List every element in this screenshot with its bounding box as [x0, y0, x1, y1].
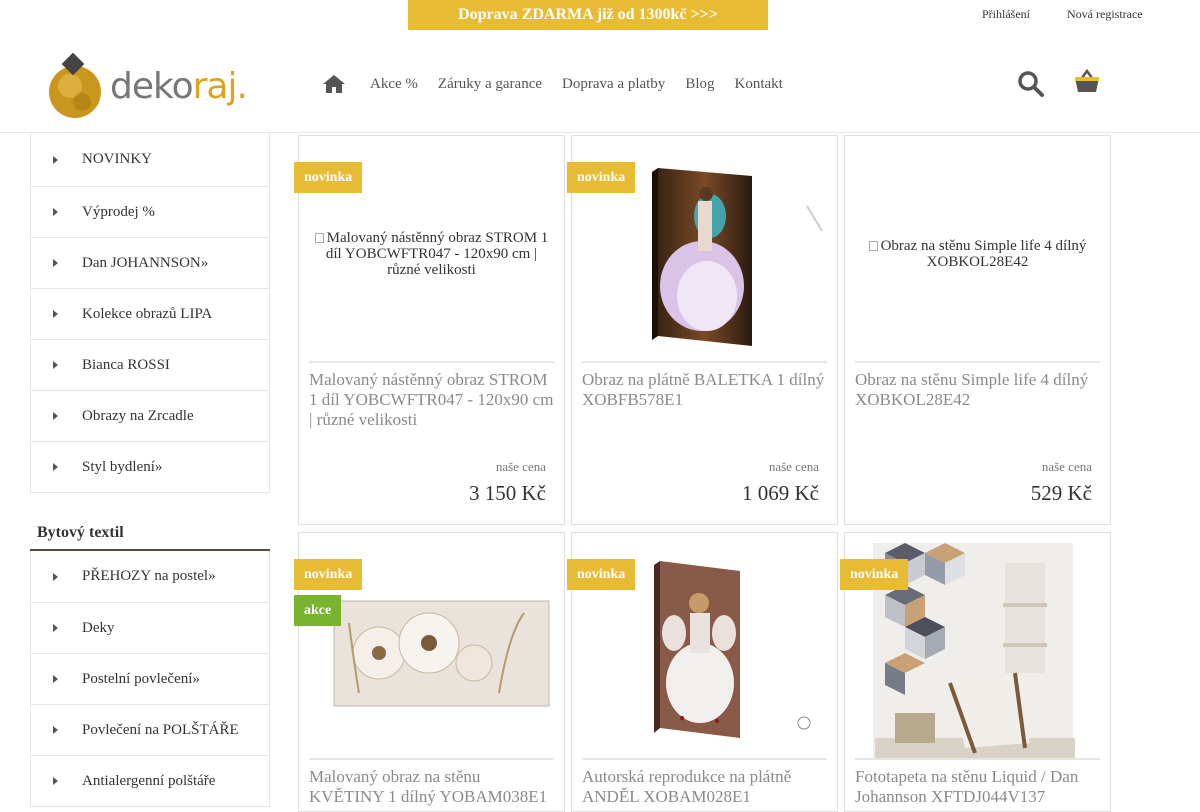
category-label: Bianca ROSSI: [82, 356, 170, 373]
divider: [582, 361, 827, 363]
product-image[interactable]: Obraz na stěnu Simple life 4 dílný XOBKO…: [855, 146, 1100, 361]
image-alt-text: Malovaný nástěnný obraz STROM 1 díl YOBC…: [325, 229, 549, 278]
main-nav: Akce % Záruky a garance Doprava a platby…: [322, 73, 803, 95]
category-zrcadla[interactable]: Obrazy na Zrcadle: [31, 390, 269, 441]
caret-right-icon: [53, 726, 58, 734]
divider: [855, 758, 1100, 760]
product-price: 1 069 Kč: [742, 481, 819, 505]
product-price: 3 150 Kč: [469, 481, 546, 505]
textile-polstare[interactable]: Povlečení na POLŠTÁŘE: [31, 704, 269, 755]
logo-mark-icon: [49, 52, 101, 118]
product-title[interactable]: Malovaný nástěnný obraz STROM 1 díl YOBC…: [309, 370, 559, 430]
caret-right-icon: [53, 624, 58, 632]
product-price: 529 Kč: [1030, 481, 1092, 505]
nav-guarantees[interactable]: Záruky a garance: [438, 76, 542, 93]
basket-icon[interactable]: [1073, 67, 1101, 95]
textile-list: PŘEHOZY na postel» Deky Postelní povleče…: [30, 551, 270, 807]
product-card[interactable]: novinka Autorská reprodukce na plátně AN…: [567, 532, 838, 812]
textile-povleceni[interactable]: Postelní povlečení»: [31, 653, 269, 704]
category-dan-johannson[interactable]: Dan JOHANNSON»: [31, 237, 269, 288]
search-icon[interactable]: [1017, 70, 1045, 98]
register-link[interactable]: Nová registrace: [1067, 7, 1143, 22]
sidebar: NOVINKY Výprodej % Dan JOHANNSON» Kolekc…: [30, 133, 270, 807]
caret-right-icon: [53, 259, 58, 267]
product-card[interactable]: Obraz na stěnu Simple life 4 dílný XOBKO…: [844, 135, 1111, 525]
category-label: PŘEHOZY na postel»: [82, 568, 216, 584]
caret-right-icon: [53, 412, 58, 420]
product-title[interactable]: Obraz na plátně BALETKA 1 dílný XOBFB578…: [582, 370, 832, 410]
category-vyprodej[interactable]: Výprodej %: [31, 186, 269, 237]
broken-image-icon: [868, 240, 878, 251]
home-icon[interactable]: [322, 74, 346, 94]
caret-right-icon: [53, 361, 58, 369]
logo[interactable]: dekoraj.: [48, 52, 248, 120]
category-styl-bydleni[interactable]: Styl bydlení»: [31, 441, 269, 492]
textile-prehozy[interactable]: PŘEHOZY na postel»: [31, 551, 269, 602]
category-label: Obrazy na Zrcadle: [82, 407, 194, 424]
category-novinky[interactable]: NOVINKY: [31, 133, 269, 186]
product-card[interactable]: novinka akce Malovaný obraz na stěnu KVĚ…: [294, 532, 565, 812]
price-label: naše cena: [495, 459, 546, 474]
category-lipa[interactable]: Kolekce obrazů LIPA: [31, 288, 269, 339]
product-title[interactable]: Malovaný obraz na stěnu KVĚTINY 1 dílný …: [309, 767, 559, 807]
nav-blog[interactable]: Blog: [685, 76, 714, 93]
category-label: Povlečení na POLŠTÁŘE: [82, 721, 239, 738]
caret-right-icon: [53, 777, 58, 785]
product-card[interactable]: novinka Fototapeta na stěnu Liquid / Dan…: [840, 532, 1111, 812]
category-label: Deky: [82, 619, 115, 636]
site-header: Doprava ZDARMA již od 1300kč >>> Přihláš…: [0, 0, 1200, 133]
divider: [309, 361, 554, 363]
badge-sale: akce: [294, 595, 342, 626]
login-link[interactable]: Přihlášení: [982, 7, 1030, 22]
category-label: Kolekce obrazů LIPA: [82, 305, 213, 322]
product-card[interactable]: Malovaný nástěnný obraz STROM 1 díl YOBC…: [294, 135, 565, 525]
category-label: Postelní povlečení»: [82, 670, 200, 687]
price-label: naše cena: [768, 459, 819, 474]
nav-sale[interactable]: Akce %: [370, 76, 418, 93]
product-title[interactable]: Autorská reprodukce na plátně ANDĚL XOBA…: [582, 767, 832, 807]
category-list: NOVINKY Výprodej % Dan JOHANNSON» Kolekc…: [30, 133, 270, 493]
product-card[interactable]: novinka Obraz na plátně BALETKA 1 dílný …: [567, 135, 838, 525]
badge-new: novinka: [294, 559, 363, 590]
free-shipping-banner[interactable]: Doprava ZDARMA již od 1300kč >>>: [408, 0, 768, 30]
category-label: Dan JOHANNSON»: [82, 254, 209, 271]
badge-new: novinka: [567, 162, 636, 193]
logo-text-main: deko: [110, 66, 194, 107]
nav-contact[interactable]: Kontakt: [735, 76, 783, 93]
textile-antialergenni[interactable]: Antialergenní polštáře: [31, 755, 269, 806]
logo-text-accent: raj.: [192, 66, 248, 107]
category-label: Styl bydlení»: [82, 458, 163, 475]
caret-right-icon: [53, 572, 58, 581]
caret-right-icon: [53, 208, 58, 216]
divider: [582, 758, 827, 760]
image-alt-text: Obraz na stěnu Simple life 4 dílný XOBKO…: [880, 237, 1087, 270]
textile-deky[interactable]: Deky: [31, 602, 269, 653]
caret-right-icon: [53, 310, 58, 318]
category-label: Výprodej %: [82, 203, 155, 220]
nav-shipping[interactable]: Doprava a platby: [562, 76, 665, 93]
category-label: Antialergenní polštáře: [82, 772, 216, 789]
badge-new: novinka: [840, 559, 909, 590]
divider: [855, 361, 1100, 363]
broken-image-icon: [314, 232, 324, 243]
divider: [309, 758, 554, 760]
category-bianca-rossi[interactable]: Bianca ROSSI: [31, 339, 269, 390]
price-label: naše cena: [1041, 459, 1092, 474]
textile-heading: Bytový textil: [30, 517, 270, 551]
product-title[interactable]: Obraz na stěnu Simple life 4 dílný XOBKO…: [855, 370, 1105, 410]
product-title[interactable]: Fototapeta na stěnu Liquid / Dan Johanns…: [855, 767, 1105, 807]
badge-new: novinka: [294, 162, 363, 193]
category-label: NOVINKY: [82, 151, 152, 167]
badge-new: novinka: [567, 559, 636, 590]
caret-right-icon: [53, 463, 58, 471]
caret-right-icon: [53, 675, 58, 683]
caret-right-icon: [53, 155, 58, 164]
